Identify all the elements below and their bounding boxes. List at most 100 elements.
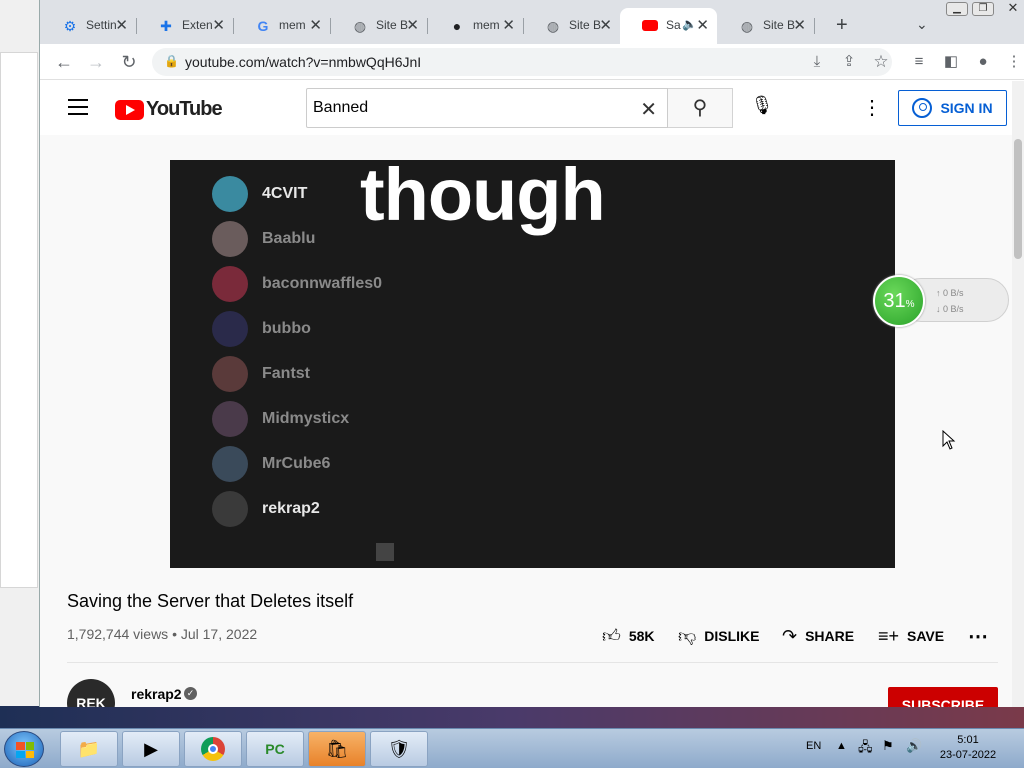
settings-kebab-icon[interactable]: ⋮ bbox=[862, 95, 882, 120]
youtube-header: YouTube ✕ ⚲ 🎙 ⋮ SIGN IN bbox=[40, 81, 1024, 135]
reload-button[interactable]: ↻ bbox=[118, 51, 140, 73]
clear-search-icon[interactable]: ✕ bbox=[640, 97, 657, 122]
scrollbar-thumb[interactable] bbox=[1014, 139, 1022, 259]
dislike-button[interactable]: 👎︎ DISLIKE bbox=[678, 625, 760, 647]
taskbar-pc-app[interactable]: PC bbox=[246, 731, 304, 767]
download-speed: ↓ 0 B/s bbox=[936, 304, 964, 314]
close-icon[interactable]: ✕ bbox=[406, 16, 419, 34]
tab-github[interactable]: ● mem ✕ bbox=[427, 8, 524, 44]
tab-site-blocker-2[interactable]: ◍ Site B ✕ bbox=[523, 8, 620, 44]
language-indicator[interactable]: EN bbox=[806, 740, 821, 752]
share-button[interactable]: ↷ SHARE bbox=[782, 625, 854, 647]
close-window-button[interactable]: ✕ bbox=[1002, 1, 1024, 16]
avatar-text: REK bbox=[76, 695, 106, 707]
network-icon[interactable]: 🖧 bbox=[858, 738, 873, 760]
tab-extensions[interactable]: ✚ Exten ✕ bbox=[136, 8, 234, 44]
minimize-button[interactable]: ▁ bbox=[946, 2, 968, 16]
restore-button[interactable]: ❐ bbox=[972, 2, 994, 16]
tab-strip: ⚙ Settin ✕ ✚ Exten ✕ G mem ✕ ◍ Site B ✕ … bbox=[40, 0, 1024, 44]
browser-window: ⚙ Settin ✕ ✚ Exten ✕ G mem ✕ ◍ Site B ✕ … bbox=[39, 0, 1024, 707]
close-icon[interactable]: ✕ bbox=[599, 16, 612, 34]
video-artifact bbox=[376, 543, 394, 561]
clock-time: 5:01 bbox=[957, 734, 979, 746]
taskbar: 📁 ▶ PC 🛍 🛡 EN ▲ 🖧 ⚑ 🔊 bbox=[0, 728, 1024, 768]
member-row: baconnwaffles0 bbox=[212, 266, 382, 302]
media-queue-icon[interactable]: ≡ bbox=[908, 51, 930, 73]
member-name: Midmysticx bbox=[262, 410, 350, 427]
taskbar-chrome[interactable] bbox=[184, 731, 242, 767]
thumbs-up-icon: 👍︎ bbox=[602, 626, 621, 646]
microphone-icon[interactable]: 🎙 bbox=[750, 95, 774, 119]
avatar bbox=[212, 176, 248, 212]
close-icon[interactable]: ✕ bbox=[212, 16, 225, 34]
channel-name[interactable]: rekrap2 bbox=[131, 686, 182, 702]
subscribe-button[interactable]: SUBSCRIBE bbox=[888, 687, 998, 707]
taskbar-media-player[interactable]: ▶ bbox=[122, 731, 180, 767]
clock-date: 23-07-2022 bbox=[939, 749, 997, 761]
tab-site-blocker-3[interactable]: ◍ Site B ✕ bbox=[717, 8, 815, 44]
playlist-add-icon: ≡+ bbox=[878, 625, 900, 646]
profile-icon[interactable]: ● bbox=[972, 51, 994, 73]
menu-kebab-icon[interactable]: ⋮ bbox=[1003, 51, 1024, 73]
url-text[interactable]: youtube.com/watch?v=nmbwQqH6JnI bbox=[185, 54, 421, 70]
desktop-wallpaper bbox=[0, 706, 1024, 728]
verified-check-icon: ✓ bbox=[184, 687, 197, 700]
tab-youtube-active[interactable]: Sa 🔈 ✕ bbox=[620, 8, 717, 44]
taskbar-clock[interactable]: 5:01 23-07-2022 bbox=[928, 733, 1008, 763]
tab-site-blocker[interactable]: ◍ Site B ✕ bbox=[330, 8, 428, 44]
member-name: Baablu bbox=[262, 230, 316, 247]
install-icon[interactable]: ⤓ bbox=[806, 51, 828, 73]
start-button[interactable] bbox=[4, 731, 44, 767]
page-scrollbar[interactable] bbox=[1012, 81, 1024, 707]
tab-settings[interactable]: ⚙ Settin ✕ bbox=[40, 8, 137, 44]
taskbar-security-app[interactable]: 🛡 bbox=[370, 731, 428, 767]
pc-app-icon: PC bbox=[265, 741, 285, 757]
member-name: rekrap2 bbox=[262, 500, 320, 517]
youtube-logo[interactable]: YouTube bbox=[115, 98, 223, 121]
more-actions-button[interactable]: ⋯ bbox=[968, 625, 988, 648]
avatar bbox=[212, 446, 248, 482]
member-name: bubbo bbox=[262, 320, 311, 337]
shopping-bag-icon: 🛍 bbox=[325, 738, 349, 759]
member-row: rekrap2 bbox=[212, 491, 320, 527]
side-panel-icon[interactable]: ◧ bbox=[940, 51, 962, 73]
member-row: MrCube6 bbox=[212, 446, 330, 482]
tab-google[interactable]: G mem ✕ bbox=[233, 8, 331, 44]
taskbar-store[interactable]: 🛍 bbox=[308, 731, 366, 767]
video-caption-text: though bbox=[360, 160, 606, 236]
close-icon[interactable]: ✕ bbox=[115, 16, 128, 34]
network-meter-widget[interactable]: ↑ 0 B/s ↓ 0 B/s 31% bbox=[873, 275, 1011, 327]
action-center-flag-icon[interactable]: ⚑ bbox=[882, 738, 894, 754]
new-tab-button[interactable]: + bbox=[836, 14, 848, 37]
close-icon[interactable]: ✕ bbox=[309, 16, 322, 34]
share-label: SHARE bbox=[805, 628, 855, 644]
lock-icon[interactable]: 🔒 bbox=[164, 54, 179, 68]
globe-icon: ◍ bbox=[546, 18, 560, 34]
sign-in-button[interactable]: SIGN IN bbox=[898, 90, 1007, 126]
browser-toolbar: ← → ↻ 🔒 youtube.com/watch?v=nmbwQqH6JnI … bbox=[40, 44, 1024, 80]
hamburger-menu-icon[interactable] bbox=[68, 99, 88, 115]
back-button[interactable]: ← bbox=[53, 51, 75, 73]
upload-speed: ↑ 0 B/s bbox=[936, 288, 964, 298]
forward-button[interactable]: → bbox=[85, 51, 107, 73]
speaker-icon[interactable]: 🔈 bbox=[682, 17, 697, 31]
search-button[interactable]: ⚲ bbox=[668, 88, 733, 128]
bookmark-star-icon[interactable]: ☆ bbox=[870, 51, 892, 73]
video-player[interactable]: though 4CVIT Baablu baconnwaffles0 bubbo… bbox=[170, 160, 895, 568]
puzzle-icon: ✚ bbox=[160, 18, 172, 34]
like-button[interactable]: 👍︎ 58K bbox=[602, 625, 655, 647]
address-bar[interactable]: 🔒 youtube.com/watch?v=nmbwQqH6JnI bbox=[152, 48, 892, 76]
share-icon[interactable]: ⇪ bbox=[838, 51, 860, 73]
show-hidden-icons-icon[interactable]: ▲ bbox=[836, 740, 847, 752]
taskbar-explorer[interactable]: 📁 bbox=[60, 731, 118, 767]
dislike-label: DISLIKE bbox=[704, 628, 760, 644]
close-icon[interactable]: ✕ bbox=[502, 16, 515, 34]
save-button[interactable]: ≡+ SAVE bbox=[878, 625, 944, 647]
chevron-down-icon[interactable]: ⌄ bbox=[916, 16, 928, 33]
youtube-play-icon bbox=[115, 99, 144, 120]
search-input[interactable] bbox=[307, 89, 627, 127]
close-icon[interactable]: ✕ bbox=[696, 16, 709, 34]
search-box: ✕ bbox=[306, 88, 668, 128]
close-icon[interactable]: ✕ bbox=[793, 16, 806, 34]
volume-icon[interactable]: 🔊 bbox=[906, 738, 922, 754]
